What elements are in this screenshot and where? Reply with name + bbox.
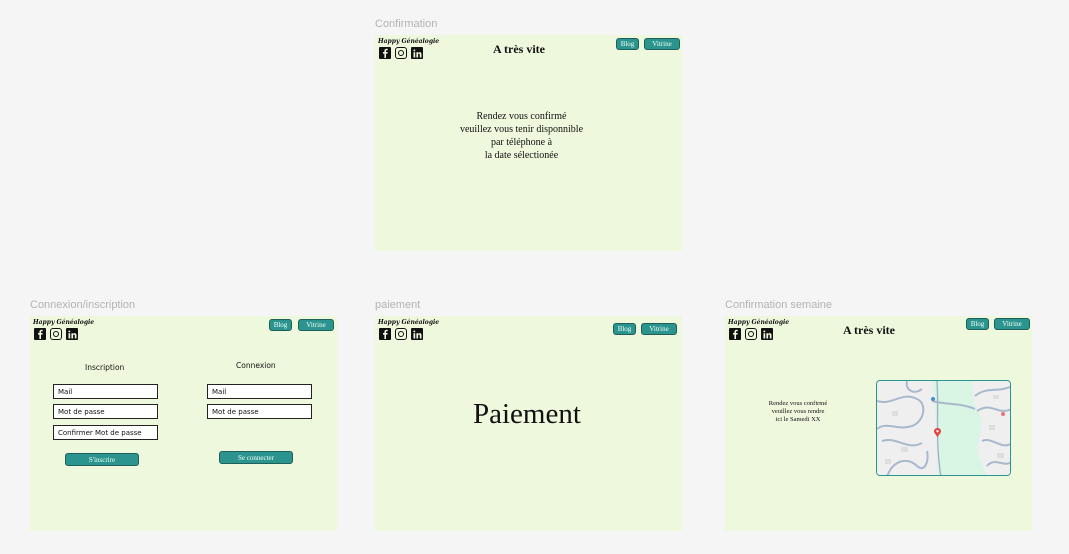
instagram-icon[interactable] <box>50 328 62 340</box>
connexion-title: Connexion <box>236 361 276 370</box>
page-title: A très vite <box>493 42 545 56</box>
signup-mail-field[interactable]: Mail <box>53 384 158 399</box>
login-mail-field[interactable]: Mail <box>207 384 312 399</box>
confirmation-message: Rendez vous confirmé veuillez vous tenir… <box>435 110 608 162</box>
signup-password-field[interactable]: Mot de passe <box>53 404 158 419</box>
instagram-icon[interactable] <box>395 47 407 59</box>
blog-button[interactable]: Blog <box>269 319 292 331</box>
paiement-heading: Paiement <box>473 398 581 430</box>
login-button[interactable]: Se connecter <box>219 451 293 464</box>
blog-button[interactable]: Blog <box>966 318 989 330</box>
frame-label-confirmation: Confirmation <box>375 18 438 30</box>
brand-logo[interactable]: Happy Généalogie <box>378 38 439 45</box>
social-links <box>34 328 78 340</box>
linkedin-icon[interactable] <box>411 328 423 340</box>
brand-logo[interactable]: Happy Généalogie <box>378 319 439 326</box>
social-links <box>379 47 423 59</box>
frame-connexion: Happy Généalogie Blog Vitrine Inscriptio… <box>30 316 337 531</box>
facebook-icon[interactable] <box>729 328 741 340</box>
facebook-icon[interactable] <box>379 47 391 59</box>
brand-logo[interactable]: Happy Généalogie <box>728 319 789 326</box>
inscription-title: Inscription <box>85 363 125 372</box>
message-line: la date sélectionée <box>484 150 559 161</box>
frame-confirmation: Happy Généalogie A très vite Blog Vitrin… <box>375 35 682 251</box>
message-line: Rendez vous confirmé <box>768 400 828 407</box>
confirmation-message: Rendez vous confirmé veuillez vous rendr… <box>749 400 847 424</box>
blog-button[interactable]: Blog <box>613 323 636 335</box>
vitrine-button[interactable]: Vitrine <box>641 323 677 335</box>
social-links <box>729 328 773 340</box>
vitrine-button[interactable]: Vitrine <box>994 318 1030 330</box>
facebook-icon[interactable] <box>379 328 391 340</box>
location-map[interactable] <box>876 380 1011 476</box>
message-line: Rendez vous confirmé <box>476 111 567 122</box>
frame-paiement: Happy Généalogie Blog Vitrine Paiement <box>375 316 682 531</box>
linkedin-icon[interactable] <box>411 47 423 59</box>
linkedin-icon[interactable] <box>66 328 78 340</box>
frame-label-paiement: paiement <box>375 299 421 311</box>
page-title: A très vite <box>843 323 895 337</box>
facebook-icon[interactable] <box>34 328 46 340</box>
linkedin-icon[interactable] <box>761 328 773 340</box>
frame-label-confirmation-semaine: Confirmation semaine <box>725 299 832 311</box>
signup-confirm-password-field[interactable]: Confirmer Mot de passe <box>53 425 158 440</box>
map-graphic <box>877 381 1010 475</box>
vitrine-button[interactable]: Vitrine <box>644 38 680 50</box>
map-pin-icon[interactable] <box>934 424 941 442</box>
message-line: veuillez vous tenir disponnible <box>459 124 584 135</box>
frame-label-connexion: Connexion/inscription <box>30 299 136 311</box>
brand-logo[interactable]: Happy Généalogie <box>33 319 94 326</box>
message-line: ici le Samedi XX <box>775 416 821 423</box>
vitrine-button[interactable]: Vitrine <box>298 319 334 331</box>
frame-confirmation-semaine: Happy Généalogie A très vite Blog Vitrin… <box>725 316 1032 531</box>
social-links <box>379 328 423 340</box>
signup-button[interactable]: S'inscrire <box>65 453 139 466</box>
login-password-field[interactable]: Mot de passe <box>207 404 312 419</box>
blog-button[interactable]: Blog <box>616 38 639 50</box>
message-line: veuillez vous rendre <box>771 408 825 415</box>
instagram-icon[interactable] <box>745 328 757 340</box>
instagram-icon[interactable] <box>395 328 407 340</box>
message-line: par téléphone à <box>490 137 553 148</box>
